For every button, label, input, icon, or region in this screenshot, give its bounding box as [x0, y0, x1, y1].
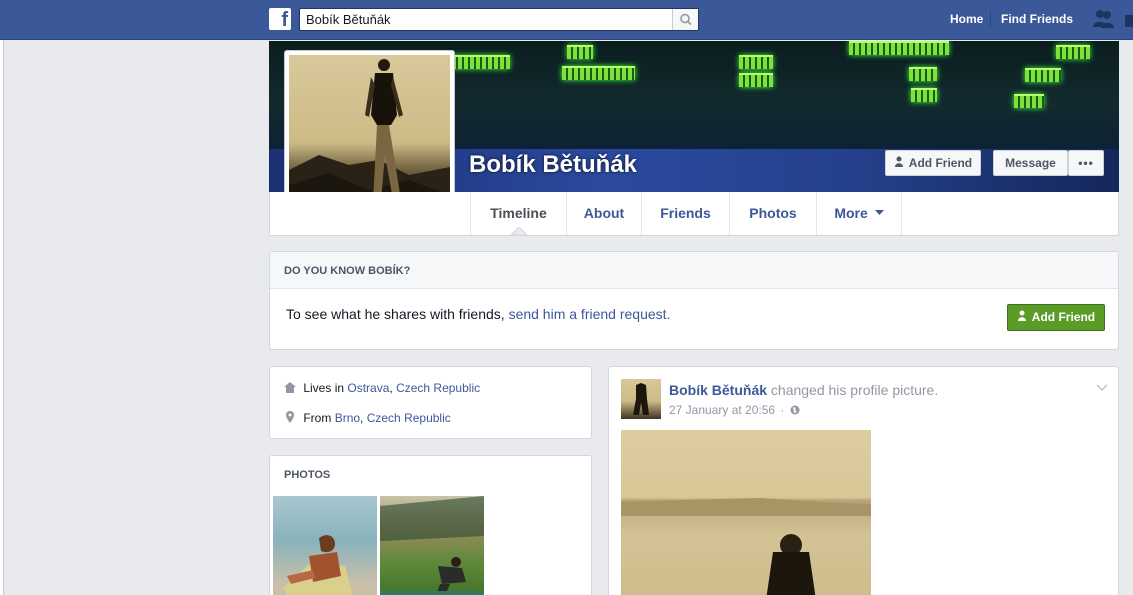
- top-bar: f Bobík Bětuňák Home Find Friends: [0, 0, 1133, 40]
- from-row: From Brno, Czech Republic: [284, 411, 451, 425]
- post-meta: 27 January at 20:56 ·: [669, 403, 800, 417]
- intro-panel: Lives in Ostrava, Czech Republic From Br…: [269, 366, 592, 439]
- tab-about[interactable]: About: [566, 192, 641, 235]
- cover-light: [1025, 68, 1061, 82]
- nav-divider: [990, 10, 991, 28]
- nav-home-link[interactable]: Home: [950, 12, 983, 26]
- cover-light: [909, 67, 937, 81]
- post-options-chevron-icon[interactable]: [1096, 384, 1108, 392]
- post-action-text: changed his profile picture.: [770, 382, 939, 398]
- cover-light: [849, 41, 949, 55]
- cover-light: [562, 66, 635, 80]
- do-you-know-heading: DO YOU KNOW BOBÍK?: [270, 252, 1118, 289]
- lives-in-prefix: Lives in: [303, 381, 345, 395]
- cover-light: [739, 55, 773, 69]
- cover-light: [567, 45, 593, 59]
- search-icon: [680, 13, 692, 26]
- search-button[interactable]: [672, 9, 698, 30]
- photo-thumbnail-sports[interactable]: [380, 496, 484, 595]
- tab-more[interactable]: More: [816, 192, 902, 235]
- do-you-know-panel: DO YOU KNOW BOBÍK? To see what he shares…: [269, 251, 1119, 350]
- message-button[interactable]: Message: [993, 150, 1068, 176]
- lives-in-row: Lives in Ostrava, Czech Republic: [284, 381, 480, 395]
- message-label: Message: [1005, 156, 1056, 170]
- lives-in-country-link[interactable]: Czech Republic: [396, 381, 480, 395]
- left-panel-edge: [0, 40, 4, 595]
- cover-light: [1014, 94, 1044, 108]
- home-icon: [284, 382, 296, 393]
- add-friend-green-button[interactable]: Add Friend: [1007, 304, 1105, 331]
- timeline-post: Bobík Bětuňák changed his profile pictur…: [608, 366, 1119, 595]
- friend-request-prompt: To see what he shares with friends, send…: [286, 306, 670, 322]
- lives-in-city-link[interactable]: Ostrava: [347, 381, 389, 395]
- tab-more-label: More: [834, 205, 868, 221]
- friend-requests-icon[interactable]: [1092, 9, 1133, 29]
- send-friend-request-link[interactable]: send him a friend request.: [509, 306, 671, 322]
- photos-panel: PHOTOS: [269, 455, 592, 595]
- cover-light: [452, 55, 510, 69]
- post-header: Bobík Bětuňák changed his profile pictur…: [669, 382, 938, 398]
- active-tab-caret-icon: [511, 227, 527, 235]
- search-input[interactable]: Bobík Bětuňák: [306, 12, 391, 27]
- from-prefix: From: [303, 411, 332, 425]
- add-friend-icon: [1017, 310, 1026, 321]
- tab-friends[interactable]: Friends: [641, 192, 729, 235]
- cover-light: [911, 88, 937, 102]
- post-author-link[interactable]: Bobík Bětuňák: [669, 382, 767, 398]
- post-timestamp[interactable]: 27 January at 20:56: [669, 403, 775, 417]
- profile-tabs: Timeline About Friends Photos More: [269, 192, 1119, 236]
- tab-photos[interactable]: Photos: [729, 192, 816, 235]
- tab-timeline-label: Timeline: [490, 205, 547, 221]
- profile-photo: [289, 55, 450, 214]
- search-box[interactable]: Bobík Bětuňák: [299, 8, 699, 31]
- add-friend-green-label: Add Friend: [1031, 310, 1096, 324]
- post-author-avatar[interactable]: [621, 379, 661, 419]
- from-country-link[interactable]: Czech Republic: [367, 411, 451, 425]
- cover-light: [739, 73, 773, 87]
- photos-heading[interactable]: PHOTOS: [270, 456, 591, 492]
- add-friend-icon: [894, 156, 903, 167]
- chevron-down-icon: [874, 210, 884, 215]
- from-city-link[interactable]: Brno: [335, 411, 360, 425]
- friend-request-text: To see what he shares with friends,: [286, 306, 505, 322]
- add-friend-button[interactable]: Add Friend: [885, 150, 981, 176]
- cover-light: [1056, 45, 1090, 59]
- nav-find-friends-link[interactable]: Find Friends: [1001, 12, 1073, 26]
- photo-thumbnail-beach[interactable]: [273, 496, 377, 595]
- public-globe-icon[interactable]: [790, 405, 800, 415]
- more-options-icon: •••: [1078, 156, 1094, 170]
- add-friend-label: Add Friend: [908, 156, 973, 170]
- more-options-button[interactable]: •••: [1068, 150, 1104, 176]
- tab-timeline[interactable]: Timeline: [470, 192, 566, 235]
- post-photo[interactable]: [621, 430, 871, 595]
- location-pin-icon: [286, 411, 294, 423]
- facebook-logo-icon[interactable]: f: [269, 8, 291, 30]
- profile-name[interactable]: Bobík Bětuňák: [469, 151, 637, 179]
